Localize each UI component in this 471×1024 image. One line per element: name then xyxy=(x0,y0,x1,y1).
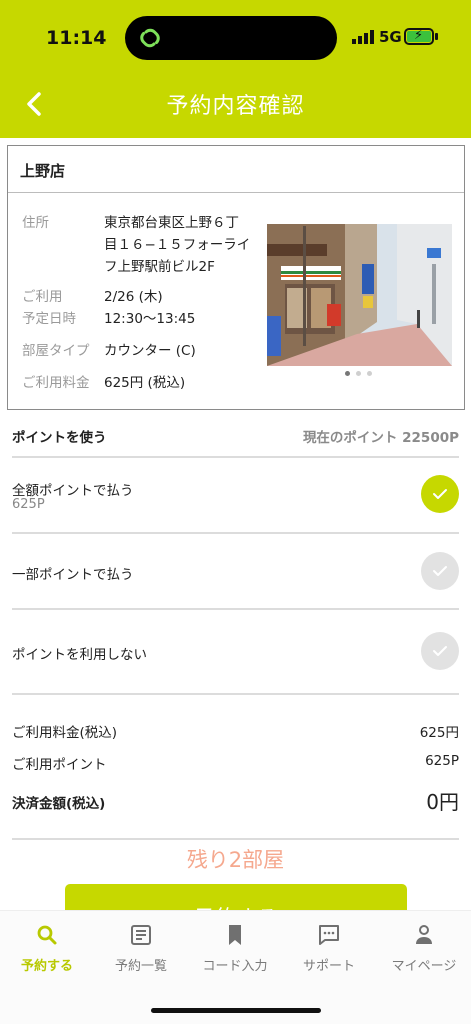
option-label: 一部ポイントで払う xyxy=(12,567,134,583)
total-label: 決済金額(税込) xyxy=(12,796,106,812)
divider xyxy=(12,456,459,458)
battery-tip xyxy=(435,33,438,40)
page-title: 予約内容確認 xyxy=(166,94,305,119)
fee-value: 625円 (税込) xyxy=(104,375,186,391)
battery-icon: ⚡ xyxy=(404,28,434,45)
status-bar: 11:14 5G ⚡ xyxy=(0,0,471,76)
check-icon xyxy=(433,489,447,499)
network-type: 5G xyxy=(379,28,402,46)
summary-points-label: ご利用ポイント xyxy=(12,757,107,773)
divider xyxy=(12,608,459,610)
tab-code-input[interactable]: コード入力 xyxy=(188,923,282,974)
divider xyxy=(12,532,459,534)
signal-icon xyxy=(352,30,374,44)
points-heading: ポイントを使う xyxy=(12,430,107,446)
address-label: 住所 xyxy=(22,215,49,231)
radio-check[interactable] xyxy=(421,552,459,590)
status-time: 11:14 xyxy=(46,27,107,49)
fee-label: ご利用料金 xyxy=(22,375,90,391)
app-link-icon xyxy=(140,28,160,48)
radio-check[interactable] xyxy=(421,632,459,670)
tab-bar: 予約する 予約一覧 コード入力 サポート マイページ xyxy=(0,910,471,1024)
dynamic-island xyxy=(125,16,337,60)
option-sub-value: 625P xyxy=(12,497,45,512)
list-icon xyxy=(131,925,151,945)
app-header: 11:14 5G ⚡ 予約内容確認 xyxy=(0,0,471,138)
current-points: 現在のポイント 22500P xyxy=(302,430,459,446)
room-type-value: カウンター (C) xyxy=(104,343,196,359)
tab-reserve[interactable]: 予約する xyxy=(0,923,94,974)
person-icon xyxy=(416,925,432,944)
radio-check-selected[interactable] xyxy=(421,475,459,513)
bookmark-icon xyxy=(229,925,241,945)
datetime-label: ご利用 予定日時 xyxy=(22,289,76,327)
option-label: 全額ポイントで払う xyxy=(12,483,134,499)
tab-reservation-list[interactable]: 予約一覧 xyxy=(94,923,188,974)
tab-support[interactable]: サポート xyxy=(282,923,376,974)
search-icon xyxy=(37,925,57,945)
divider xyxy=(12,838,459,840)
tab-mypage[interactable]: マイページ xyxy=(377,923,471,974)
total-value: 0円 xyxy=(426,790,459,814)
summary-fee-label: ご利用料金(税込) xyxy=(12,725,118,741)
room-type-label: 部屋タイプ xyxy=(22,343,90,359)
store-card: 上野店 住所 東京都台東区上野６丁 目１６−１５フォーライ フ上野駅前ビル2F … xyxy=(7,145,465,410)
summary-points-value: 625P xyxy=(425,753,459,769)
summary-fee-value: 625円 xyxy=(419,725,459,741)
datetime-value: 2/26 (木) 12:30〜13:45 xyxy=(104,289,196,327)
remaining-rooms: 残り2部屋 xyxy=(186,848,285,872)
divider xyxy=(12,693,459,695)
home-indicator xyxy=(151,1008,321,1013)
option-label: ポイントを利用しない xyxy=(12,647,147,663)
check-icon xyxy=(433,646,447,656)
store-photo[interactable] xyxy=(267,224,452,366)
chat-icon xyxy=(319,925,339,945)
store-name: 上野店 xyxy=(8,146,464,193)
check-icon xyxy=(433,566,447,576)
carousel-dots[interactable] xyxy=(344,371,384,379)
address-value: 東京都台東区上野６丁 目１６−１５フォーライ フ上野駅前ビル2F xyxy=(104,215,251,275)
